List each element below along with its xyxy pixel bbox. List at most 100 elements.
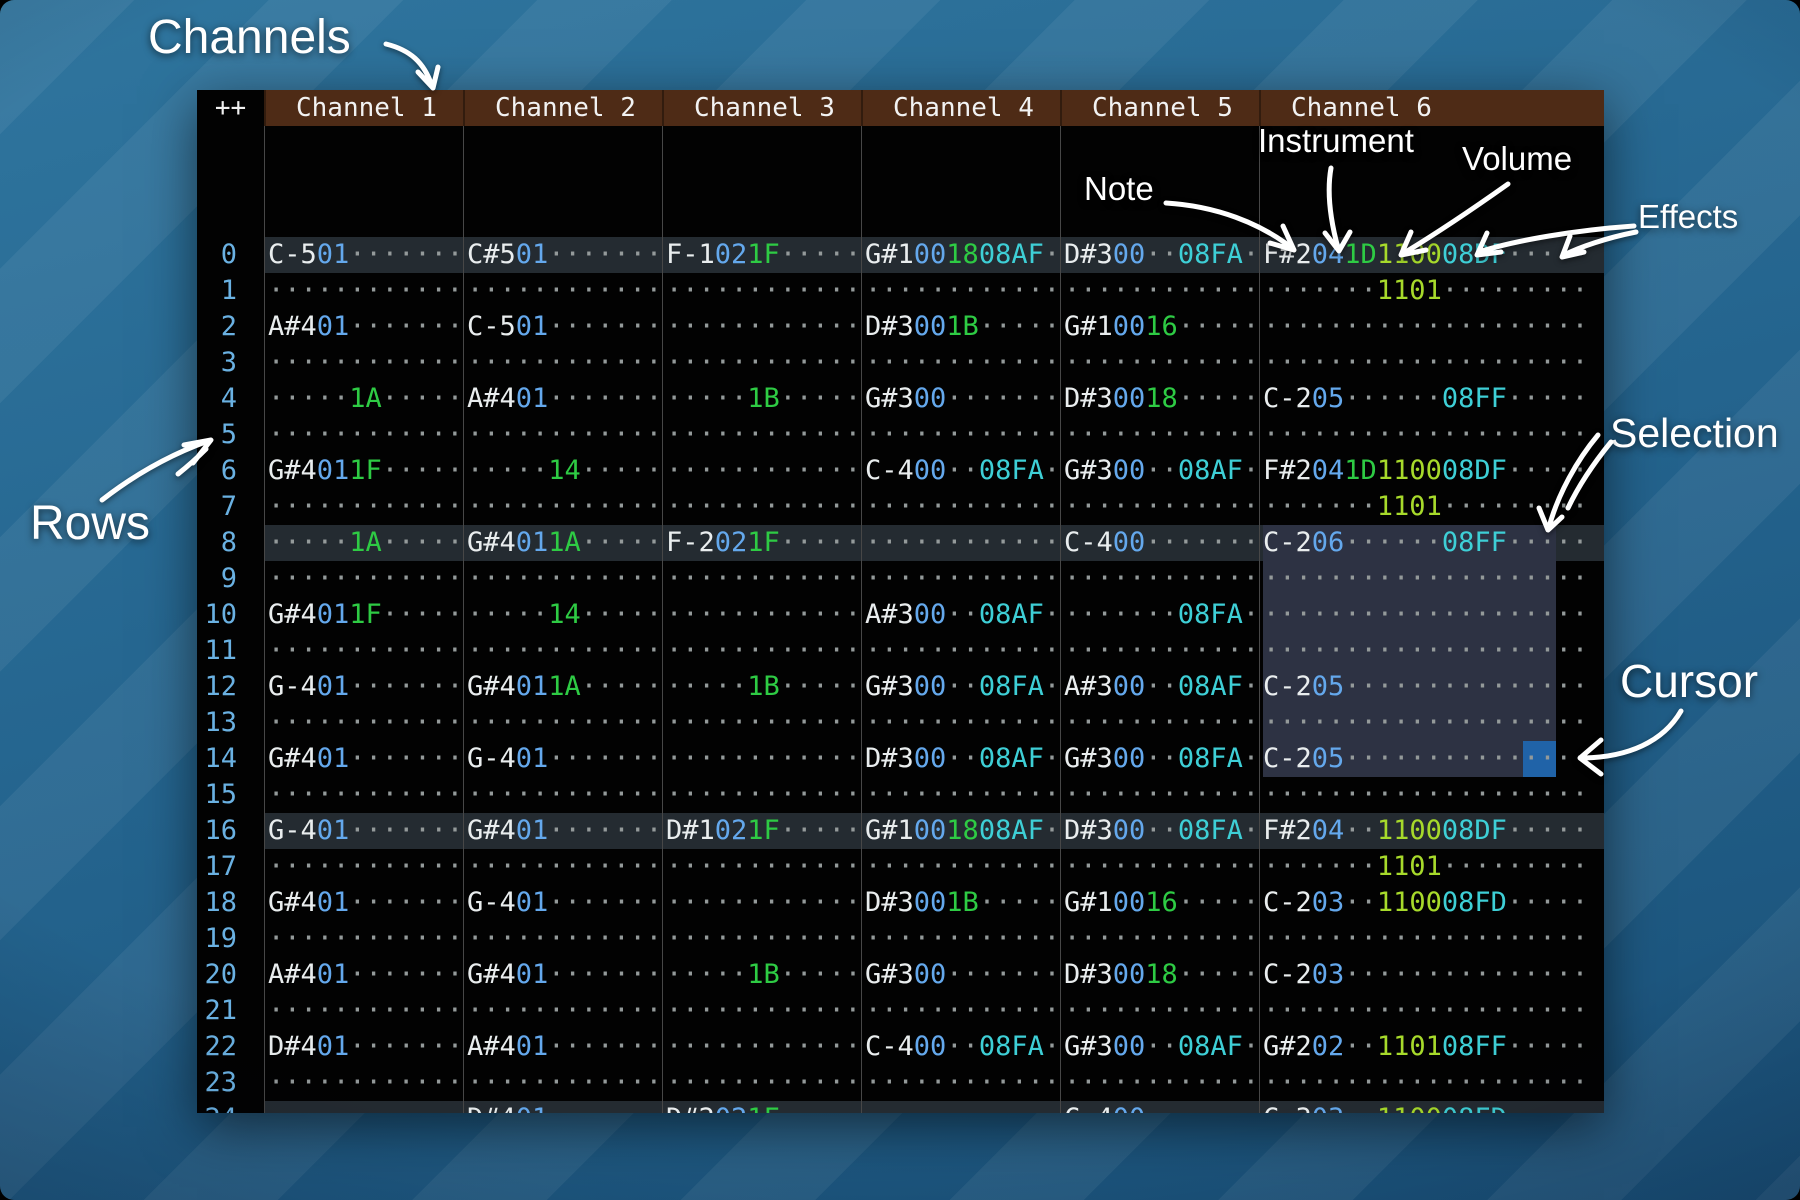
pattern-cell[interactable]: D#2021F·····	[662, 1101, 861, 1113]
pattern-cell[interactable]: ·······1101·········	[1259, 273, 1588, 309]
pattern-cell[interactable]: ············	[861, 1101, 1060, 1113]
pattern-cell[interactable]: G#401·······	[264, 885, 463, 921]
pattern-cell[interactable]: ············	[264, 561, 463, 597]
pattern-cell[interactable]: ············	[463, 921, 662, 957]
pattern-cell[interactable]: D#30018·····	[1060, 381, 1259, 417]
pattern-row[interactable]: 12G-401·······G#4011A··········1B·····G#…	[197, 669, 1604, 705]
pattern-cell[interactable]: ············	[861, 633, 1060, 669]
pattern-cell[interactable]: ············	[1060, 921, 1259, 957]
pattern-cell[interactable]: G#10016·····	[1060, 309, 1259, 345]
pattern-cell[interactable]: G-401·······	[463, 885, 662, 921]
pattern-cell[interactable]: C-501·······	[264, 237, 463, 273]
pattern-row[interactable]: 5·······································…	[197, 417, 1604, 453]
pattern-cell[interactable]: D#401·······	[463, 1101, 662, 1113]
pattern-cell[interactable]: ············	[861, 993, 1060, 1029]
pattern-cell[interactable]: ············	[264, 417, 463, 453]
pattern-cell[interactable]: ····················	[1259, 993, 1588, 1029]
pattern-cell[interactable]: ····················	[1259, 633, 1588, 669]
pattern-cell[interactable]: G#1001808AF·	[861, 237, 1060, 273]
pattern-cell[interactable]: ············	[861, 1065, 1060, 1101]
pattern-cell[interactable]: G#300·······	[861, 381, 1060, 417]
pattern-cell[interactable]: ············	[861, 849, 1060, 885]
pattern-cell[interactable]: G#300··08AF·	[1060, 453, 1259, 489]
pattern-cell[interactable]: ····················	[1259, 921, 1588, 957]
pattern-cell[interactable]: ············	[1060, 849, 1259, 885]
pattern-cell[interactable]: G#300··08FA·	[861, 669, 1060, 705]
pattern-cell[interactable]: ············	[264, 777, 463, 813]
pattern-cell[interactable]: C-205······08FF·····	[1259, 381, 1588, 417]
pattern-cell[interactable]: ············	[861, 345, 1060, 381]
pattern-cell[interactable]: ············	[463, 849, 662, 885]
channel-header[interactable]: Channel 4	[861, 90, 1060, 126]
pattern-row[interactable]: 15······································…	[197, 777, 1604, 813]
pattern-cell[interactable]: ············	[264, 705, 463, 741]
pattern-cell[interactable]: ············	[861, 525, 1060, 561]
pattern-row[interactable]: 16G-401·······G#401·······D#1021F·····G#…	[197, 813, 1604, 849]
pattern-cell[interactable]: ············	[662, 345, 861, 381]
channel-add-button[interactable]: ++	[197, 90, 264, 126]
pattern-cell[interactable]: F#2041D110008DF·····	[1259, 453, 1588, 489]
pattern-cell[interactable]: ············	[861, 273, 1060, 309]
pattern-cell[interactable]: ·····1B·····	[662, 957, 861, 993]
pattern-cell[interactable]: ············	[662, 993, 861, 1029]
pattern-cell[interactable]: C-205···············	[1259, 669, 1588, 705]
pattern-cell[interactable]: C-206······08FF·····	[1259, 525, 1588, 561]
pattern-cell[interactable]: ············	[662, 309, 861, 345]
pattern-cell[interactable]: ············	[662, 705, 861, 741]
pattern-cell[interactable]: F-1021F·····	[662, 237, 861, 273]
pattern-cell[interactable]: G#10016·····	[1060, 885, 1259, 921]
pattern-cell[interactable]: ····················	[1259, 309, 1588, 345]
pattern-row[interactable]: 22D#401·······A#401···················C-…	[197, 1029, 1604, 1065]
pattern-cell[interactable]: C-501·······	[463, 309, 662, 345]
pattern-cell[interactable]: ············	[662, 453, 861, 489]
pattern-cell[interactable]: G#4011A·····	[463, 669, 662, 705]
pattern-row[interactable]: 11······································…	[197, 633, 1604, 669]
pattern-cell[interactable]: G#401·······	[463, 813, 662, 849]
pattern-cell[interactable]: ·····1A·····	[264, 381, 463, 417]
pattern-row[interactable]: 20A#401·······G#401············1B·····G#…	[197, 957, 1604, 993]
pattern-cell[interactable]: A#300··08AF·	[861, 597, 1060, 633]
pattern-cell[interactable]: ····················	[1259, 597, 1588, 633]
pattern-cell[interactable]: C-400··08FA·	[861, 453, 1060, 489]
pattern-cell[interactable]: D#3001B·····	[861, 309, 1060, 345]
pattern-cell[interactable]: ·····1A·····	[264, 525, 463, 561]
pattern-cell[interactable]: C-203···············	[1259, 957, 1588, 993]
pattern-cell[interactable]: G-401·······	[463, 741, 662, 777]
pattern-cell[interactable]: ············	[264, 993, 463, 1029]
pattern-cell[interactable]: ············	[463, 705, 662, 741]
pattern-cell[interactable]: ············	[1060, 561, 1259, 597]
pattern-cell[interactable]: ····················	[1259, 561, 1588, 597]
pattern-cell[interactable]: ·····1B·····	[662, 669, 861, 705]
pattern-cell[interactable]: ············	[662, 597, 861, 633]
pattern-cell[interactable]: ·······1101·········	[1259, 489, 1588, 525]
pattern-grid[interactable]: 0C-501·······C#501·······F-1021F·····G#1…	[197, 126, 1604, 1113]
pattern-cell[interactable]: ············	[662, 1065, 861, 1101]
pattern-cell[interactable]: D#300··08FA·	[1060, 237, 1259, 273]
pattern-row[interactable]: 3·······································…	[197, 345, 1604, 381]
pattern-cell[interactable]: D#300··08FA·	[1060, 813, 1259, 849]
pattern-cell[interactable]: ············	[662, 633, 861, 669]
pattern-cell[interactable]: C-203··110008FD·····	[1259, 885, 1588, 921]
pattern-cell[interactable]: ············	[264, 633, 463, 669]
pattern-cell[interactable]: G#401·······	[463, 957, 662, 993]
pattern-cell[interactable]: D#401·······	[264, 1029, 463, 1065]
pattern-cell[interactable]: ············	[861, 489, 1060, 525]
pattern-cell[interactable]: A#401·······	[463, 1029, 662, 1065]
pattern-cell[interactable]: ············	[861, 921, 1060, 957]
pattern-cell[interactable]: F-2021F·····	[662, 525, 861, 561]
pattern-cell[interactable]: ············	[1060, 705, 1259, 741]
pattern-cell[interactable]: ············	[1060, 489, 1259, 525]
pattern-cell[interactable]: ············	[463, 417, 662, 453]
pattern-cell[interactable]: F#204··110008DF·····	[1259, 813, 1588, 849]
pattern-cell[interactable]: D#300··08AF·	[861, 741, 1060, 777]
pattern-cell[interactable]: G#4011A·····	[463, 525, 662, 561]
pattern-cell[interactable]: ············	[861, 705, 1060, 741]
pattern-row[interactable]: 4·····1A·····A#401············1B·····G#3…	[197, 381, 1604, 417]
pattern-cell[interactable]: ············	[662, 921, 861, 957]
pattern-cell[interactable]: ············	[264, 273, 463, 309]
pattern-cell[interactable]: ············	[662, 849, 861, 885]
pattern-cell[interactable]: F#2041D110008DF·····	[1259, 237, 1588, 273]
pattern-cell[interactable]: ····················	[1259, 777, 1588, 813]
pattern-row[interactable]: 24············D#401·······D#2021F·······…	[197, 1101, 1604, 1113]
pattern-cell[interactable]: ············	[662, 741, 861, 777]
